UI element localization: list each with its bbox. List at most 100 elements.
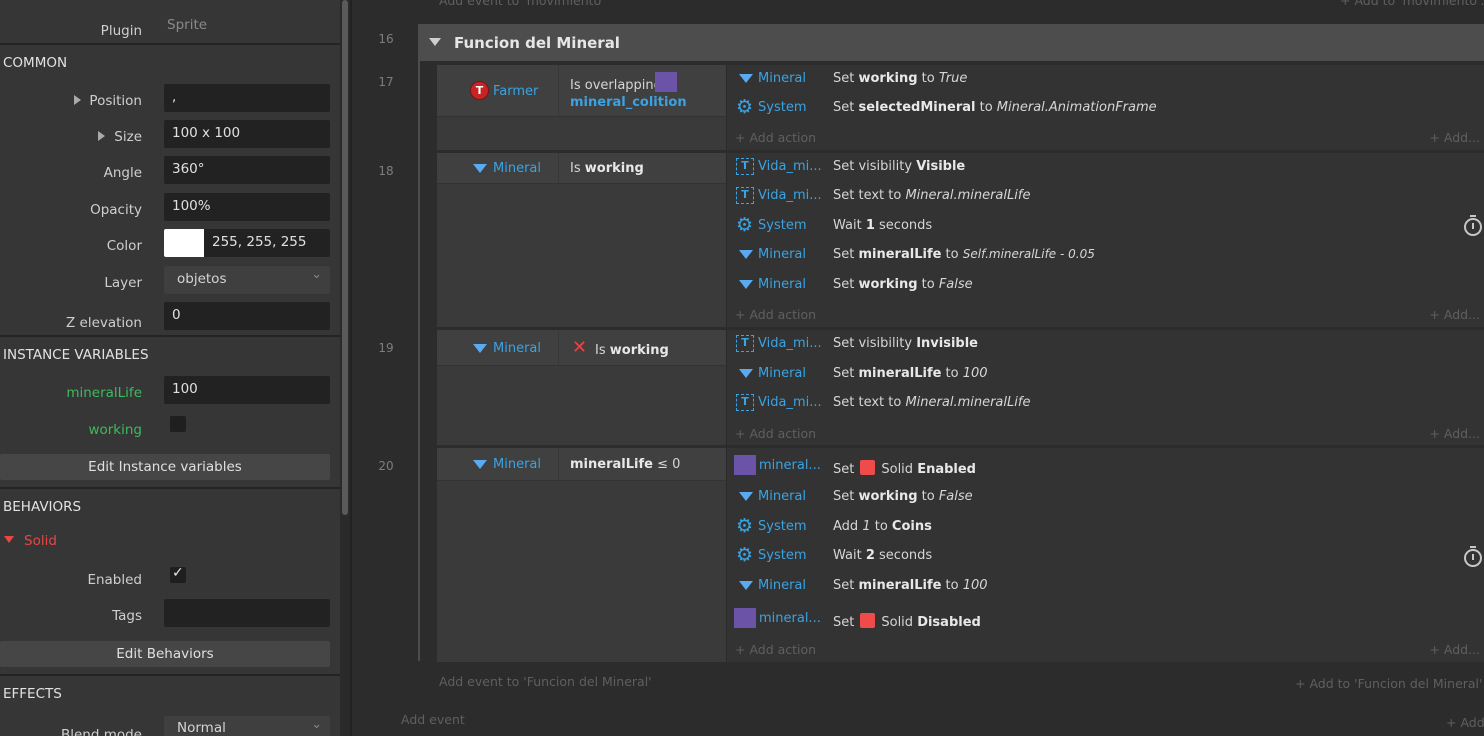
section-common[interactable]: COMMON [0, 43, 340, 77]
action-bold: working [858, 71, 918, 86]
add-more-link[interactable]: + Add... [1429, 307, 1480, 322]
section-instance-variables[interactable]: INSTANCE VARIABLES [0, 335, 340, 369]
action-object: Vida_mi... [758, 188, 822, 203]
add-action-link[interactable]: + Add action [735, 426, 816, 441]
action-row[interactable]: mineral... Set Solid Disabled [727, 605, 1484, 634]
condition-text: Is overlapping [570, 78, 662, 93]
add-action-link[interactable]: + Add action [735, 130, 816, 145]
add-more-link[interactable]: + Add... [1429, 130, 1480, 145]
action-row[interactable]: Mineral Set mineralLife to 100 [727, 360, 1484, 389]
add-more-link[interactable]: + Add... [1429, 642, 1480, 657]
add-action-link[interactable]: + Add action [735, 307, 816, 322]
add-action-link[interactable]: + Add action [735, 642, 816, 657]
edit-behaviors-button[interactable]: Edit Behaviors [0, 641, 330, 667]
action-row[interactable]: mineral... Set Solid Enabled [727, 452, 1484, 481]
add-event-to-group-link[interactable]: Add event to 'Funcion del Mineral' [439, 674, 652, 689]
action-row[interactable]: T Vida_mi... Set visibility Visible [727, 153, 1484, 182]
event-number: 17 [378, 75, 394, 89]
action-object: System [758, 548, 807, 563]
action-text: Set mineralLife to 100 [833, 578, 988, 593]
color-swatch[interactable] [164, 229, 204, 257]
section-effects[interactable]: EFFECTS [0, 674, 340, 708]
action-text: Set selectedMineral to Mineral.Animation… [833, 100, 1157, 115]
enabled-row: Enabled [0, 563, 340, 593]
working-label: working [88, 422, 142, 438]
solid-behavior-row[interactable]: Solid [0, 524, 340, 554]
position-field[interactable]: , [164, 84, 330, 112]
add-event-link[interactable]: Add event [401, 712, 465, 727]
action-row[interactable]: T Vida_mi... Set text to Mineral.mineral… [727, 389, 1484, 418]
action-row[interactable]: ⚙ System Wait 1 seconds [727, 212, 1484, 241]
mineralLife-field[interactable]: 100 [164, 376, 330, 404]
color-label: Color [106, 238, 142, 254]
event-18[interactable]: Mineral Is working T Vida_mi... Set visi… [437, 153, 1484, 327]
collapse-group-icon[interactable] [429, 38, 441, 46]
layer-row: Layer objetos [0, 266, 340, 296]
action-italic: 1 [862, 519, 871, 534]
action-text: Set working to True [833, 71, 967, 86]
section-behaviors[interactable]: BEHAVIORS [0, 487, 340, 521]
action-pre: Set [833, 247, 859, 262]
opacity-field[interactable]: 100% [164, 193, 330, 221]
size-field[interactable]: 100 x 100 [164, 120, 330, 148]
condition-object[interactable]: Mineral [437, 330, 559, 365]
event-17[interactable]: T Farmer Is overlapping mineral_colition… [437, 65, 1484, 150]
action-mid: to [941, 578, 963, 593]
action-pre: Set [833, 615, 855, 630]
action-row[interactable]: Mineral Set mineralLife to Self.mineralL… [727, 241, 1484, 270]
section-instance-variables-title: INSTANCE VARIABLES [3, 347, 149, 363]
action-pre: Set [833, 100, 859, 115]
action-row[interactable]: T Vida_mi... Set text to Mineral.mineral… [727, 182, 1484, 211]
add-bottom-link[interactable]: + Add [1446, 715, 1484, 730]
timer-icon [1464, 546, 1482, 567]
condition-not-working[interactable]: Mineral ✕ Is working [437, 330, 726, 366]
color-field[interactable]: 255, 255, 255 [164, 229, 330, 257]
event-20[interactable]: Mineral mineralLife ≤ 0 mineral... Set So… [437, 448, 1484, 662]
action-bold: mineralLife [858, 366, 942, 381]
z-elevation-field[interactable]: 0 [164, 302, 330, 330]
action-row[interactable]: Mineral Set working to False [727, 271, 1484, 300]
condition-object[interactable]: Mineral [437, 448, 559, 480]
action-row[interactable]: ⚙ System Add 1 to Coins [727, 513, 1484, 542]
angle-row: Angle 360° [0, 156, 340, 186]
enabled-checkbox[interactable] [170, 565, 186, 583]
expand-size-icon[interactable] [98, 131, 105, 141]
blend-mode-row: Blend mode Normal [0, 716, 340, 736]
add-to-group-link[interactable]: + Add to 'Funcion del Mineral'... [1295, 676, 1484, 691]
action-text: Set text to Mineral.mineralLife [833, 395, 1030, 410]
event-19[interactable]: Mineral ✕ Is working T Vida_mi... Set vi… [437, 330, 1484, 445]
collapse-solid-icon[interactable] [4, 536, 14, 543]
layer-select[interactable]: objetos [164, 266, 330, 294]
action-row[interactable]: ⚙ System Wait 2 seconds [727, 542, 1484, 571]
condition-mineralLife-compare[interactable]: Mineral mineralLife ≤ 0 [437, 448, 726, 481]
add-to-movimiento-link[interactable]: + Add to 'movimiento'... [1340, 0, 1484, 8]
action-object: Mineral [758, 71, 806, 86]
action-row[interactable]: Mineral Set mineralLife to 100 [727, 572, 1484, 601]
condition-text: Is working [595, 343, 669, 358]
action-pre: Wait [833, 218, 866, 233]
opacity-label: Opacity [90, 202, 142, 218]
condition-object[interactable]: Mineral [437, 153, 559, 183]
working-checkbox[interactable] [170, 416, 186, 432]
action-text: Set mineralLife to Self.mineralLife - 0.… [833, 247, 1095, 262]
action-row[interactable]: ⚙ System Set selectedMineral to Mineral.… [727, 94, 1484, 123]
action-bold: 1 [865, 218, 875, 233]
condition-object[interactable]: T Farmer [437, 65, 559, 116]
action-row[interactable]: Mineral Set working to True [727, 65, 1484, 94]
edit-instance-variables-button[interactable]: Edit Instance variables [0, 454, 330, 480]
condition-is-working[interactable]: Mineral Is working [437, 153, 726, 184]
action-row[interactable]: T Vida_mi... Set visibility Invisible [727, 330, 1484, 359]
action-row[interactable]: Mineral Set working to False [727, 483, 1484, 512]
blend-mode-select[interactable]: Normal [164, 716, 330, 736]
add-more-link[interactable]: + Add... [1429, 426, 1480, 441]
color-row: Color 255, 255, 255 [0, 229, 340, 259]
tags-field[interactable] [164, 599, 330, 627]
expand-position-icon[interactable] [74, 95, 81, 105]
angle-label: Angle [103, 165, 142, 181]
angle-field[interactable]: 360° [164, 156, 330, 184]
action-object: mineral... [759, 611, 821, 626]
group-funcion-del-mineral[interactable]: Funcion del Mineral [418, 24, 1484, 61]
properties-scrollbar-thumb[interactable] [342, 0, 348, 515]
add-event-movimiento-link[interactable]: Add event to 'movimiento' [439, 0, 605, 8]
condition-is-overlapping[interactable]: T Farmer Is overlapping mineral_colition [437, 65, 726, 117]
